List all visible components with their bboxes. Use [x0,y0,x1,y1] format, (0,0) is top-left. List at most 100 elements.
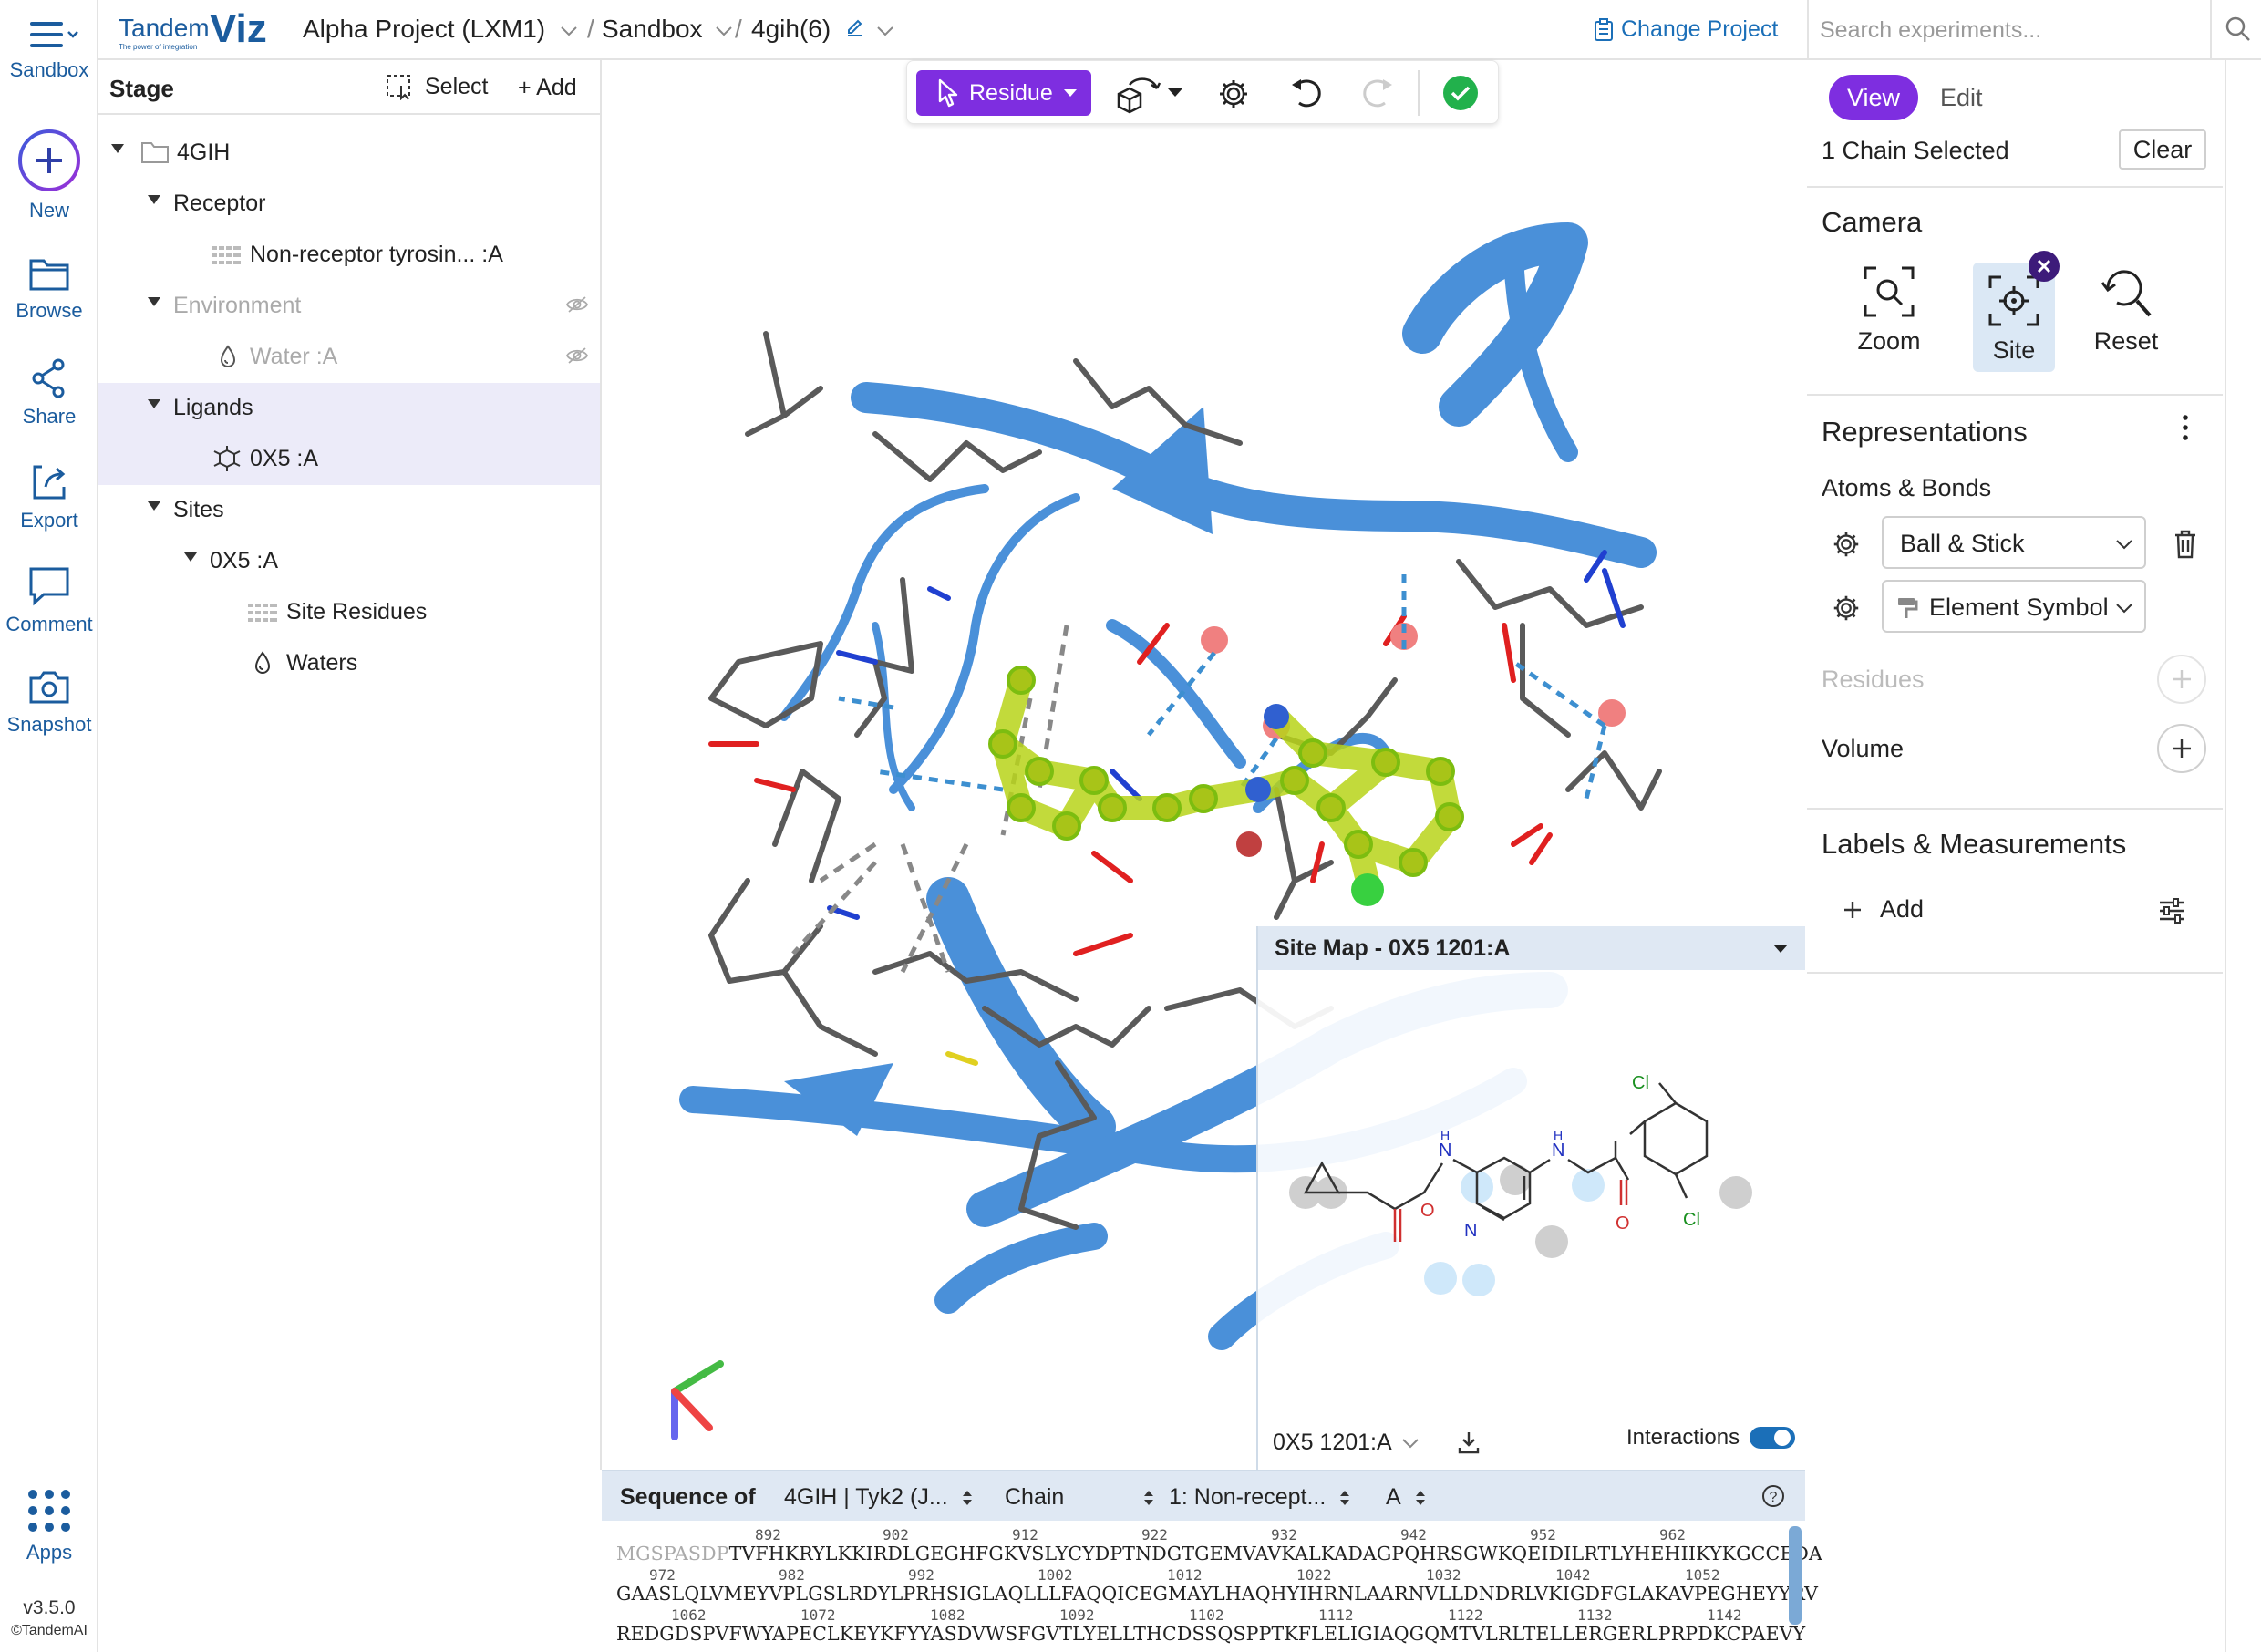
download-icon[interactable] [1457,1430,1481,1455]
chevron-down-icon [2116,604,2132,614]
representation-style-select[interactable]: Ball & Stick [1882,516,2146,569]
plus-icon [1844,901,1861,918]
residue-number: 942 [1400,1526,1427,1544]
add-label-button[interactable]: Add [1842,895,1924,924]
tree-item-ligand-0x5[interactable]: 0X5 :A [98,434,600,485]
search-button[interactable] [2210,0,2261,58]
viewer-settings-button[interactable] [1217,77,1250,115]
add-volume-button[interactable] [2157,724,2206,773]
caret-down-icon[interactable] [148,399,160,408]
tree-item-site-0x5[interactable]: 0X5 :A [98,536,600,587]
residue-number: 1002 [1038,1566,1073,1584]
tree-item-receptor-chain[interactable]: Non-receptor tyrosin... :A [98,230,600,281]
divider [1807,186,2223,188]
caret-down-icon [1063,89,1077,97]
tree-item-label: Site Residues [286,599,428,625]
breadcrumb-experiment-label: 4gih(6) [751,15,831,43]
stage-select-button[interactable]: Select [385,73,488,100]
folder-icon [29,259,69,291]
rail-new-button[interactable]: New [0,128,98,222]
redo-button[interactable] [1358,76,1396,117]
tandemviz-logo[interactable]: Tandem Viz The power of integration [119,6,267,51]
rail-share-button[interactable]: Share [0,357,98,428]
view-mode-button[interactable]: View [1829,75,1918,120]
site-map-header[interactable]: Site Map - 0X5 1201:A [1258,926,1805,970]
tree-item-label: Ligands [173,395,253,420]
residue-number: 1082 [930,1606,965,1624]
breadcrumb-folder[interactable]: Sandbox [602,15,733,44]
chain-id-select[interactable]: A [1386,1484,1427,1511]
gear-icon[interactable] [1831,593,1862,624]
breadcrumb-project[interactable]: Alpha Project (LXM1) [303,15,578,44]
change-project-link[interactable]: Change Project [1594,16,1778,43]
camera-reset-button[interactable]: Reset [2082,263,2170,381]
caret-down-icon[interactable] [148,297,160,306]
rail-comment-button[interactable]: Comment [0,565,98,636]
caret-down-icon[interactable] [111,144,124,153]
add-residues-button[interactable] [2157,655,2206,704]
tree-item-site-residues[interactable]: Site Residues [98,587,600,638]
caret-down-icon[interactable] [148,195,160,204]
rail-snapshot-button[interactable]: Snapshot [0,667,98,737]
tree-item-sites[interactable]: Sites [98,485,600,536]
residue-number: 1052 [1685,1566,1720,1584]
selection-mode-residue-button[interactable]: Residue [916,70,1091,116]
gear-icon[interactable] [1831,529,1862,560]
stage-header: Stage Select + Add [98,60,600,115]
sequence-scrollbar[interactable] [1789,1526,1802,1625]
rail-export-button[interactable]: Export [0,461,98,532]
search-input[interactable] [1820,11,2194,49]
add-label-text: Add [1880,895,1925,923]
interactions-toggle[interactable]: Interactions [1626,1424,1796,1451]
left-rail: Sandbox New Browse Share Export Comment … [0,0,98,1652]
sliders-icon[interactable] [2157,897,2186,924]
help-icon[interactable]: ? [1761,1484,1785,1508]
caret-down-icon[interactable] [148,501,160,511]
eye-off-icon[interactable] [565,346,589,365]
breadcrumb-experiment[interactable]: 4gih(6) [751,15,894,44]
tree-item-receptor[interactable]: Receptor [98,179,600,230]
sequence-label: Sequence of [620,1484,756,1510]
collapse-caret-icon[interactable] [1772,943,1789,954]
site-map-ligand-select[interactable]: 0X5 1201:A [1273,1430,1420,1456]
undo-button[interactable] [1288,76,1327,117]
residue-number: 972 [649,1566,676,1584]
version-label: v3.5.0 [23,1597,76,1618]
rotate-view-dropdown[interactable] [1110,72,1192,119]
rail-apps-button[interactable]: Apps [0,1486,98,1564]
edit-mode-button[interactable]: Edit [1940,84,1983,112]
edit-pencil-icon[interactable] [845,17,865,37]
residue-number: 962 [1659,1526,1686,1544]
camera-zoom-button[interactable]: Zoom [1845,263,1933,381]
redo-icon [1363,79,1392,108]
tree-item-environment[interactable]: Environment [98,281,600,332]
trash-icon[interactable] [2172,529,2199,560]
tree-item-water[interactable]: Water :A [98,332,600,383]
share-icon [32,358,65,398]
chain-select[interactable]: 1: Non-recept... [1169,1484,1351,1511]
paint-roller-icon [1898,598,1918,618]
more-options-icon[interactable] [2179,412,2192,443]
structure-select[interactable]: 4GIH | Tyk2 (J... [784,1484,974,1511]
close-icon[interactable] [2028,250,2060,283]
sequence-unresolved-prefix: MGSPASDP [616,1543,729,1564]
sequence-mode-select[interactable]: Chain [1005,1484,1155,1511]
eye-off-icon[interactable] [565,295,589,314]
confirm-button[interactable] [1441,74,1480,117]
sequence-line: REDGDSPVFWYAPECLKEYKFYYASDVWSFGVTLYELLTH… [616,1623,1806,1645]
ligand-2d-diagram: O N H N N H O Cl Cl [1289,1073,1752,1296]
logo-mark: Tandem Viz The power of integration [119,6,267,51]
tree-item-structure[interactable]: 4GIH [98,128,600,179]
site-map-panel: Site Map - 0X5 1201:A O N H N N H O Cl C… [1256,926,1805,1470]
caret-down-icon[interactable] [184,552,197,562]
main-menu-button[interactable]: Sandbox [0,16,98,82]
interactions-label: Interactions [1626,1425,1740,1450]
stage-add-button[interactable]: + Add [518,75,577,101]
tree-item-site-waters[interactable]: Waters [98,638,600,689]
color-scheme-select[interactable]: Element Symbol [1882,580,2146,633]
breadcrumb-separator: / [735,15,742,43]
tree-item-ligands[interactable]: Ligands [98,383,600,434]
toggle-switch-on[interactable] [1749,1424,1796,1451]
clear-selection-button[interactable]: Clear [2119,129,2206,170]
rail-browse-button[interactable]: Browse [0,253,98,323]
